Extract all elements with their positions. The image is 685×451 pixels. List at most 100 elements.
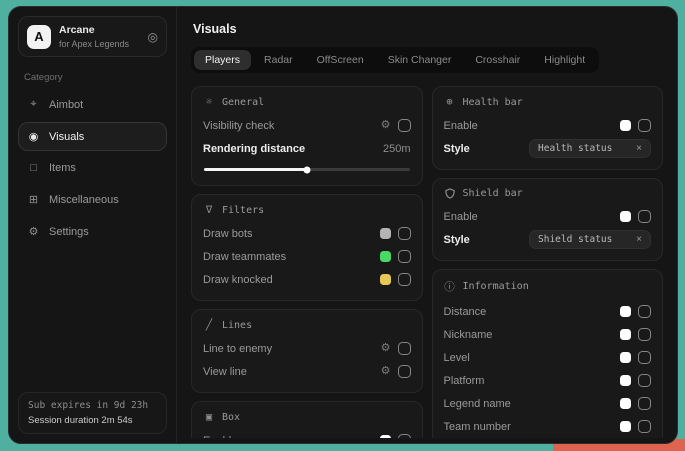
setting-label: View line [203,366,247,378]
draw-bots-checkbox[interactable] [398,227,411,240]
health-style-select[interactable]: Health status × [529,139,651,158]
health-enable-checkbox[interactable] [638,119,651,132]
sidebar: A Arcane for Apex Legends ◎ Category ⌖ A… [9,7,177,443]
draw-knocked-checkbox[interactable] [398,273,411,286]
setting-row-rendering-distance: Rendering distance 250m [203,138,411,159]
color-swatch[interactable] [620,375,631,386]
sidebar-item-label: Items [49,162,76,174]
distance-checkbox[interactable] [638,305,651,318]
gear-icon[interactable]: ⚙ [381,366,391,377]
gear-icon[interactable]: ⚙ [381,120,391,131]
eye-icon: ◉ [27,130,40,143]
nickname-checkbox[interactable] [638,328,651,341]
sidebar-item-label: Aimbot [49,99,83,111]
brand-logo: A [27,25,51,49]
level-checkbox[interactable] [638,351,651,364]
setting-label: Enable [203,435,237,439]
grid-icon: ⊞ [27,193,40,206]
color-swatch[interactable] [380,274,391,285]
setting-label: Draw teammates [203,251,286,263]
color-swatch[interactable] [620,211,631,222]
setting-row-health-enable: Enable [444,115,652,136]
tab-radar[interactable]: Radar [253,50,304,70]
sun-icon: ☼ [203,96,215,108]
draw-teammates-checkbox[interactable] [398,250,411,263]
sidebar-item-aimbot[interactable]: ⌖ Aimbot [18,90,167,119]
color-swatch[interactable] [620,329,631,340]
setting-label: Level [444,352,470,364]
setting-row-legend-name: Legend name [444,393,652,414]
setting-label: Draw knocked [203,274,273,286]
color-swatch[interactable] [620,120,631,131]
rendering-distance-slider[interactable] [204,168,410,171]
brand-subtitle: for Apex Legends [59,39,140,50]
platform-checkbox[interactable] [638,374,651,387]
left-column: ☼ General Visibility check ⚙ Rendering d… [191,86,423,438]
setting-row-shield-style: Style Shield status × [444,229,652,250]
setting-label: Rendering distance [203,143,305,155]
sidebar-item-visuals[interactable]: ◉ Visuals [18,122,167,151]
visibility-check-checkbox[interactable] [398,119,411,132]
setting-label: Style [444,143,470,155]
shield-style-select[interactable]: Shield status × [529,230,651,249]
sidebar-item-label: Visuals [49,131,84,143]
selected-option: Shield status [538,234,612,245]
legend-name-checkbox[interactable] [638,397,651,410]
selected-option: Health status [538,143,612,154]
setting-label: Platform [444,375,485,387]
setting-row-view-line: View line ⚙ [203,361,411,382]
setting-row-platform: Platform [444,370,652,391]
sidebar-nav: ⌖ Aimbot ◉ Visuals □ Items ⊞ Miscellaneo… [18,87,167,246]
sidebar-item-label: Settings [49,226,89,238]
tab-offscreen[interactable]: OffScreen [306,50,375,70]
setting-row-box-enable: Enable [203,430,411,438]
color-swatch[interactable] [380,435,391,438]
health-bar-card: ⊕ Health bar Enable Style [432,86,664,170]
gear-icon[interactable]: ⚙ [381,343,391,354]
sidebar-item-items[interactable]: □ Items [18,154,167,182]
color-swatch[interactable] [620,306,631,317]
tab-crosshair[interactable]: Crosshair [464,50,531,70]
color-swatch[interactable] [620,398,631,409]
box-enable-checkbox[interactable] [398,434,411,438]
setting-row-line-to-enemy: Line to enemy ⚙ [203,338,411,359]
brand-card: A Arcane for Apex Legends ◎ [18,16,167,57]
session-duration-text: Session duration 2m 54s [28,415,157,426]
funnel-icon: ∇ [203,204,215,216]
right-column: ⊕ Health bar Enable Style [432,86,664,438]
section-title: Box [222,412,240,423]
target-icon[interactable]: ◎ [148,30,158,44]
close-icon[interactable]: × [636,234,642,245]
tab-highlight[interactable]: Highlight [533,50,596,70]
shield-bar-card: Shield bar Enable Style S [432,178,664,261]
color-swatch[interactable] [380,228,391,239]
brand-text: Arcane for Apex Legends [59,24,140,49]
slider-thumb[interactable] [303,166,310,173]
diagonal-line-icon: ╱ [203,319,215,331]
lines-card: ╱ Lines Line to enemy ⚙ View line [191,309,423,393]
information-card: ⓘ Information Distance Nickname [432,269,664,438]
line-to-enemy-checkbox[interactable] [398,342,411,355]
general-card: ☼ General Visibility check ⚙ Rendering d… [191,86,423,186]
section-title: Lines [222,320,252,331]
brand-name: Arcane [59,24,140,37]
rendering-distance-value: 250m [383,143,411,155]
setting-row-team-number: Team number [444,416,652,437]
setting-row-level: Level [444,347,652,368]
sidebar-item-miscellaneous[interactable]: ⊞ Miscellaneous [18,185,167,214]
tab-players[interactable]: Players [194,50,251,70]
setting-label: Nickname [444,329,493,341]
tab-skin-changer[interactable]: Skin Changer [377,50,463,70]
shield-enable-checkbox[interactable] [638,210,651,223]
color-swatch[interactable] [620,352,631,363]
sidebar-item-settings[interactable]: ⚙ Settings [18,217,167,246]
close-icon[interactable]: × [636,143,642,154]
color-swatch[interactable] [620,421,631,432]
info-icon: ⓘ [444,279,456,294]
box-outline-icon: ▣ [203,411,215,423]
setting-label: Enable [444,211,478,223]
view-line-checkbox[interactable] [398,365,411,378]
main-panel: Visuals Players Radar OffScreen Skin Cha… [177,7,677,443]
team-number-checkbox[interactable] [638,420,651,433]
color-swatch[interactable] [380,251,391,262]
